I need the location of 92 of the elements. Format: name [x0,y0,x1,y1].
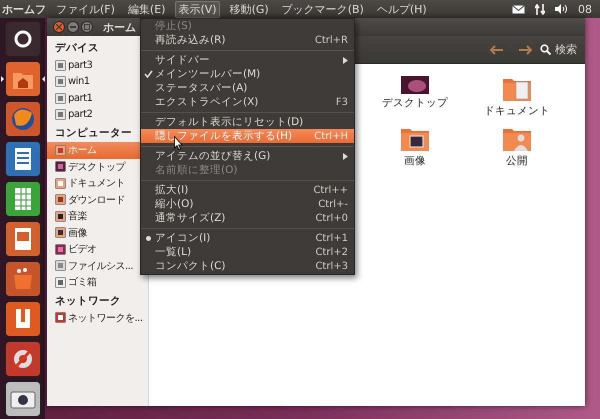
sidebar-item-label: ネットワークを... [68,312,143,325]
menu-bar-item[interactable]: 移動(G) [226,0,272,18]
wallpaper-thumbnail-icon [401,76,429,94]
sidebar-item-label: part3 [68,60,92,71]
menu-bar-item[interactable]: ブックマーク(B) [278,0,367,18]
maximize-icon [84,24,90,30]
desktop-icon [55,161,66,172]
drive-icon [55,92,66,104]
sidebar-item-label: 画像 [68,226,87,240]
sidebar-item-label: part2 [68,109,92,120]
minimize-icon [70,26,76,28]
shortcut-label: Ctrl++ [313,184,348,196]
sidebar-item-label: ドキュメント [68,177,125,190]
mail-icon[interactable] [512,4,525,14]
sidebar-item-label: part1 [68,92,92,104]
sidebar-item-label: win1 [68,76,90,88]
menu-item-label: 停止(S) [155,19,192,33]
drive-icon [55,109,66,120]
person-folder-icon [502,126,532,152]
shortcut-label: Ctrl+0 [315,212,348,224]
home-folder-icon [55,144,66,156]
submenu-arrow-icon [343,152,348,160]
sidebar-item-label: ビデオ [68,243,96,256]
menu-item-label: 名前順に整理(O) [155,163,238,177]
music-folder-icon [55,210,66,222]
sidebar-item-label: デスクトップ [68,160,125,174]
close-button[interactable] [53,21,65,33]
shortcut-label: Ctrl+2 [315,246,348,258]
picture-folder-icon [400,126,430,152]
shortcut-label: Ctrl+1 [315,232,348,244]
home-folder-icon[interactable] [0,61,44,97]
video-folder-icon [55,244,66,255]
volume-icon[interactable] [555,4,568,14]
menu-item-label: メインツールバー(M) [155,67,260,81]
trash-icon [55,276,66,288]
menu-bar-item[interactable]: ヘルプ(H) [374,0,430,18]
submenu-arrow-icon [343,56,348,64]
menu-item-label: 通常サイズ(Z) [155,211,226,225]
sidebar-heading: デバイス [54,41,100,56]
network-icon [55,312,66,324]
menu-item-label: アイコン(I) [155,231,210,245]
menu-item-label: 再読み込み(R) [155,33,226,47]
app-name: ホームフ [2,2,46,16]
document-folder-icon [55,178,66,189]
search-icon [540,44,551,55]
close-icon [56,24,62,30]
sidebar-item-label: ホーム [68,144,96,158]
menu-item-label: 隠しファイルを表示する(H) [155,129,292,143]
minimize-button[interactable] [67,21,79,33]
clock[interactable]: 08 [578,2,592,16]
menu-item[interactable]: 再読み込み(R) Ctrl+R [141,33,354,47]
menu-item-label: ステータスバー(A) [155,81,248,95]
menu-item-label: デフォルト表示にリセット(D) [155,115,304,129]
download-folder-icon [55,194,66,206]
shortcut-label: Ctrl+3 [315,260,348,272]
menu-bar-item[interactable]: 表示(V) [175,0,220,18]
shortcut-label: Ctrl+R [314,34,348,46]
shortcut-label: F3 [336,96,348,108]
sidebar-item-label: ファイルシス... [68,260,134,273]
file-label[interactable]: ドキュメント [484,104,550,118]
maximize-button[interactable] [81,21,93,33]
sidebar-item[interactable]: ネットワークを... [47,310,148,326]
file-label[interactable]: 公開 [506,154,528,168]
file-label[interactable]: デスクトップ [382,96,448,110]
sidebar-heading: コンピューター [54,126,133,141]
drive-icon [55,76,66,88]
menu-item-label: コンパクト(C) [155,259,226,273]
sidebar-item-label: ゴミ箱 [68,276,96,290]
picture-folder-icon [55,227,66,238]
drive-icon [55,60,66,71]
menu-item-label: 一覧(L) [155,245,192,259]
sidebar-item[interactable]: ゴミ箱 [47,274,148,290]
file-label[interactable]: 画像 [404,154,426,168]
menu-item-label: 拡大(I) [155,183,188,197]
forward-arrow-icon[interactable] [518,44,532,54]
menu-bar-item[interactable]: ファイル(F) [53,0,118,18]
sidebar-heading: ネットワーク [54,294,122,308]
document-folder-icon [502,76,532,102]
back-arrow-icon[interactable] [490,44,504,54]
sidebar-item-label: ダウンロード [68,194,125,207]
hard-disk-icon [55,260,66,272]
shortcut-label: Ctrl+H [314,130,348,142]
menu-item-label: アイテムの並び替え(G) [155,149,270,163]
sidebar-item-label: 音楽 [68,210,87,224]
menu-item-label: サイドバー [155,53,210,67]
menu-item-label: 縮小(O) [155,197,194,211]
menu-item-label: エクストラペイン(X) [155,95,258,109]
up-down-arrows-icon[interactable] [535,4,545,14]
menu-bar-item[interactable]: 編集(E) [124,0,168,18]
shortcut-label: Ctrl+- [318,198,348,210]
window-title: ホーム [103,20,136,34]
search-button[interactable]: 検索 [538,42,579,57]
